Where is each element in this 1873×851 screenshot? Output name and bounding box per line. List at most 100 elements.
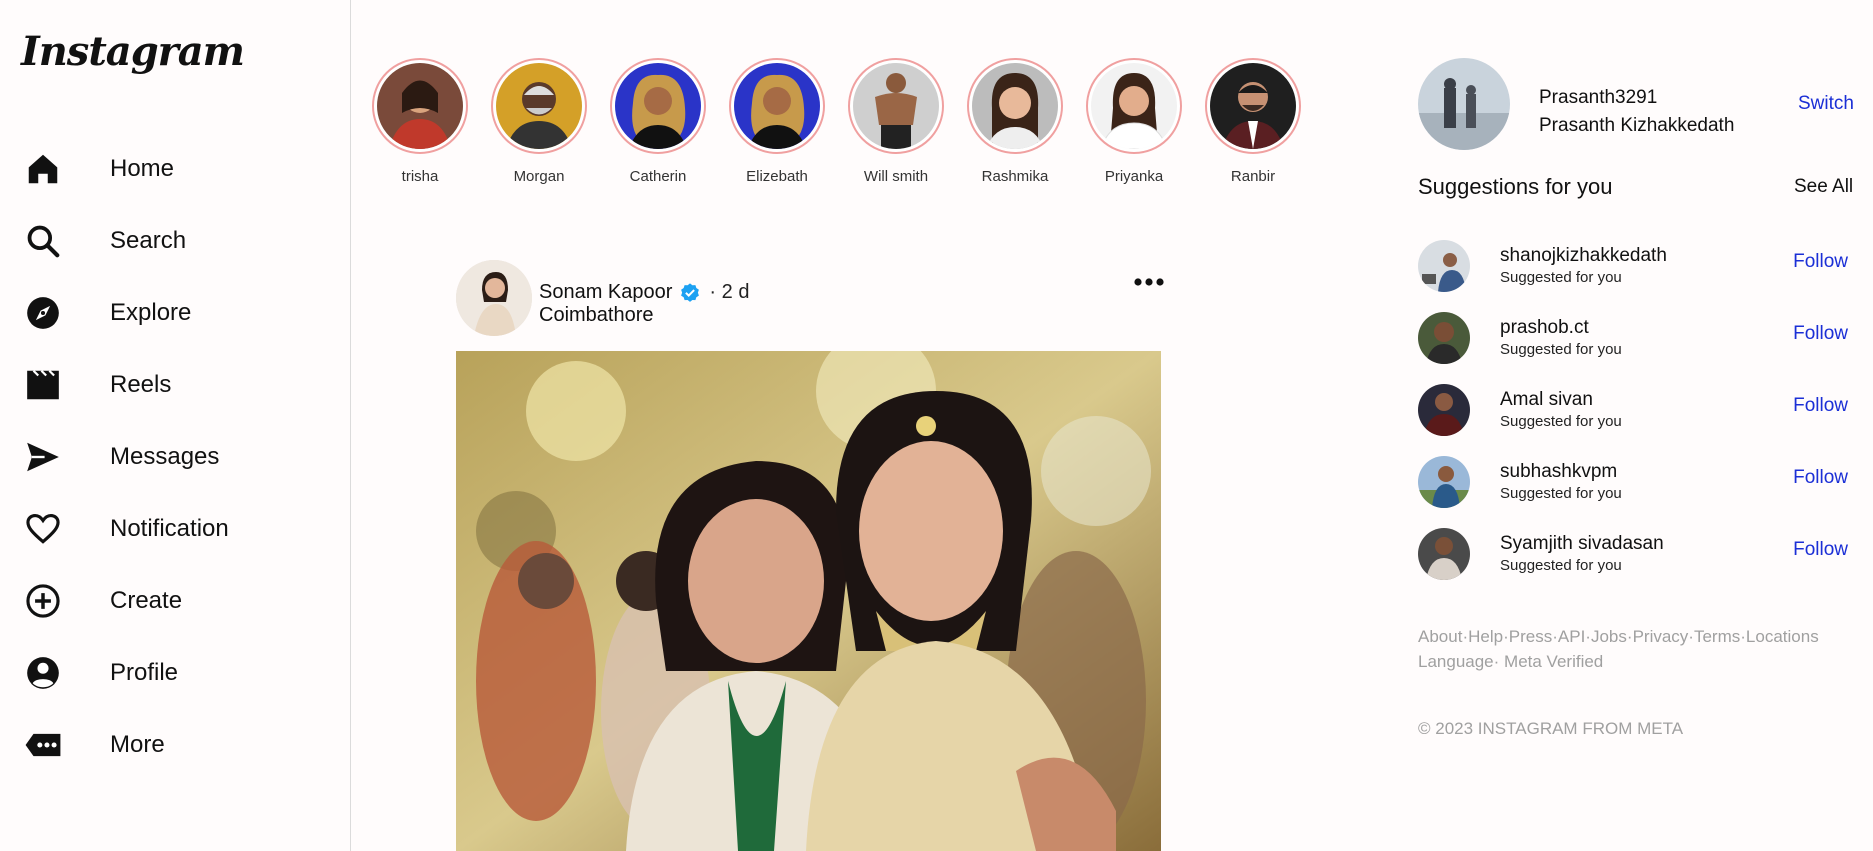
- switch-account-link[interactable]: Switch: [1798, 93, 1854, 115]
- story-avatar: [972, 63, 1058, 149]
- story-name: Catherin: [629, 168, 687, 185]
- follow-button[interactable]: Follow: [1793, 251, 1848, 273]
- suggestion-item: prashob.ct Suggested for you Follow: [1418, 312, 1858, 366]
- follow-button[interactable]: Follow: [1793, 539, 1848, 561]
- footer-links: About·Help·Press·API·Jobs·Privacy·Terms·…: [1418, 627, 1819, 671]
- nav-item-more[interactable]: More: [24, 721, 324, 769]
- nav-item-profile[interactable]: Profile: [24, 649, 324, 697]
- story-ring: [1086, 58, 1182, 154]
- story-item[interactable]: Catherin: [608, 58, 708, 185]
- current-fullname: Prasanth Kizhakkedath: [1539, 115, 1735, 136]
- story-avatar: [1091, 63, 1177, 149]
- story-ring: [848, 58, 944, 154]
- story-name: Rashmika: [981, 168, 1049, 185]
- suggestion-item: shanojkizhakkedath Suggested for you Fol…: [1418, 240, 1858, 294]
- nav-label-messages: Messages: [110, 443, 220, 470]
- nav-item-notification[interactable]: Notification: [24, 505, 324, 553]
- story-avatar: [1210, 63, 1296, 149]
- nav-label-explore: Explore: [110, 299, 192, 326]
- suggestion-subtext: Suggested for you: [1500, 269, 1622, 286]
- current-username[interactable]: Prasanth3291: [1539, 87, 1657, 109]
- follow-button[interactable]: Follow: [1793, 467, 1848, 489]
- home-icon: [24, 147, 68, 191]
- story-name: Priyanka: [1104, 168, 1164, 185]
- suggestion-name[interactable]: prashob.ct: [1500, 317, 1589, 339]
- nav-item-home[interactable]: Home: [24, 145, 324, 193]
- suggestion-name[interactable]: Syamjith sivadasan: [1500, 533, 1664, 555]
- nav-label-notification: Notification: [110, 515, 229, 542]
- story-ring: [1205, 58, 1301, 154]
- story-ring: [967, 58, 1063, 154]
- see-all-link[interactable]: See All: [1794, 176, 1853, 198]
- sidebar: Instagram Home Search Explore Reels Mess…: [0, 0, 351, 851]
- footer-link-help[interactable]: Help: [1468, 627, 1503, 646]
- story-ring: [610, 58, 706, 154]
- nav-label-create: Create: [110, 587, 183, 614]
- suggestion-avatar[interactable]: [1418, 240, 1470, 292]
- suggestion-name[interactable]: shanojkizhakkedath: [1500, 245, 1667, 267]
- post-author-name[interactable]: Sonam Kapoor: [539, 281, 672, 304]
- suggestion-avatar[interactable]: [1418, 384, 1470, 436]
- reels-icon: [24, 363, 68, 407]
- story-avatar: [496, 63, 582, 149]
- user-circle-icon: [24, 651, 68, 695]
- follow-button[interactable]: Follow: [1793, 323, 1848, 345]
- nav-item-explore[interactable]: Explore: [24, 289, 324, 337]
- story-item[interactable]: Will smith: [846, 58, 946, 185]
- footer-link-meta-verified[interactable]: Meta Verified: [1504, 652, 1603, 671]
- suggestion-item: Syamjith sivadasan Suggested for you Fol…: [1418, 528, 1858, 582]
- story-item[interactable]: Priyanka: [1084, 58, 1184, 185]
- story-name: Will smith: [863, 168, 929, 185]
- plus-circle-icon: [24, 579, 68, 623]
- story-name: Ranbir: [1230, 168, 1276, 185]
- story-item[interactable]: Ranbir: [1203, 58, 1303, 185]
- footer-link-api[interactable]: API: [1558, 627, 1585, 646]
- story-avatar: [615, 63, 701, 149]
- footer-link-jobs[interactable]: Jobs: [1591, 627, 1627, 646]
- search-icon: [24, 219, 68, 263]
- suggestion-subtext: Suggested for you: [1500, 557, 1622, 574]
- story-ring: [372, 58, 468, 154]
- more-options-icon[interactable]: [1131, 270, 1167, 294]
- story-avatar: [734, 63, 820, 149]
- compass-icon: [24, 291, 68, 335]
- nav-item-create[interactable]: Create: [24, 577, 324, 625]
- story-item[interactable]: Elizebath: [727, 58, 827, 185]
- current-user-avatar[interactable]: [1418, 58, 1510, 150]
- suggestion-name[interactable]: Amal sivan: [1500, 389, 1593, 411]
- instagram-logo[interactable]: Instagram: [21, 28, 245, 75]
- suggestion-avatar[interactable]: [1418, 312, 1470, 364]
- suggestion-name[interactable]: subhashkvpm: [1500, 461, 1617, 483]
- story-avatar: [853, 63, 939, 149]
- footer-link-locations[interactable]: Locations: [1746, 627, 1819, 646]
- story-item[interactable]: Rashmika: [965, 58, 1065, 185]
- suggestions-title: Suggestions for you: [1418, 174, 1613, 199]
- post-author-avatar[interactable]: [456, 260, 532, 336]
- nav-label-reels: Reels: [110, 371, 172, 398]
- suggestion-subtext: Suggested for you: [1500, 341, 1622, 358]
- footer-link-about[interactable]: About: [1418, 627, 1462, 646]
- heart-icon: [24, 507, 68, 551]
- suggestion-avatar[interactable]: [1418, 456, 1470, 508]
- story-name: Morgan: [513, 168, 565, 185]
- footer-link-privacy[interactable]: Privacy: [1633, 627, 1689, 646]
- post-author-row: Sonam Kapoor · 2 d: [539, 281, 749, 304]
- post-location[interactable]: Coimbathore: [539, 304, 654, 327]
- story-ring: [729, 58, 825, 154]
- nav-item-reels[interactable]: Reels: [24, 361, 324, 409]
- story-item[interactable]: trisha: [370, 58, 470, 185]
- story-item[interactable]: Morgan: [489, 58, 589, 185]
- footer-link-terms[interactable]: Terms: [1694, 627, 1740, 646]
- copyright-text: © 2023 INSTAGRAM FROM META: [1418, 719, 1684, 738]
- suggestion-item: subhashkvpm Suggested for you Follow: [1418, 456, 1858, 510]
- footer-link-press[interactable]: Press: [1509, 627, 1552, 646]
- nav-label-home: Home: [110, 155, 175, 182]
- follow-button[interactable]: Follow: [1793, 395, 1848, 417]
- post-image[interactable]: [456, 351, 1161, 851]
- nav-label-search: Search: [110, 227, 187, 254]
- suggestion-avatar[interactable]: [1418, 528, 1470, 580]
- nav-item-search[interactable]: Search: [24, 217, 324, 265]
- nav-item-messages[interactable]: Messages: [24, 433, 324, 481]
- suggestion-subtext: Suggested for you: [1500, 413, 1622, 430]
- footer-link-language[interactable]: Language: [1418, 652, 1494, 671]
